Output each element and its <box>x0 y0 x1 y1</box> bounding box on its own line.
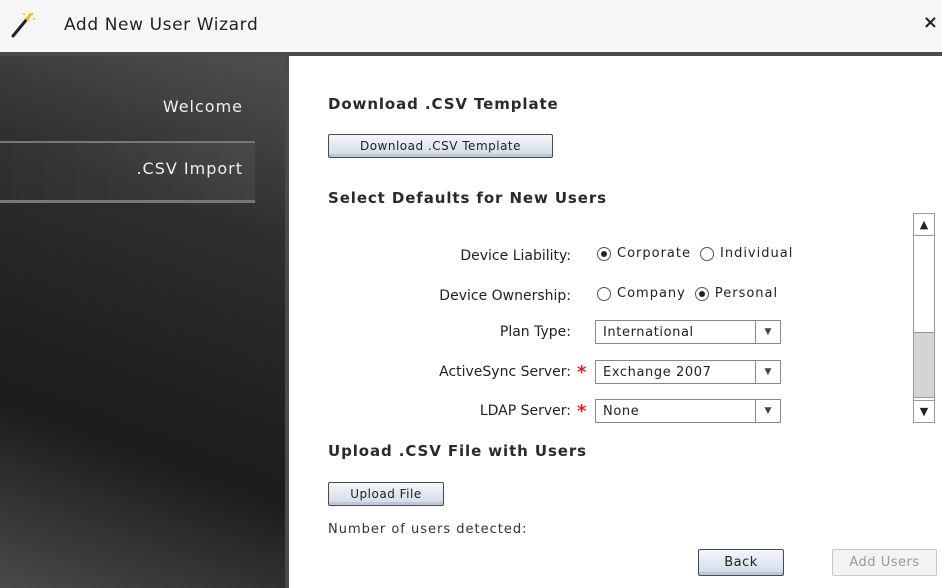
download-template-heading: Download .CSV Template <box>328 95 559 113</box>
required-asterisk: * <box>577 362 587 383</box>
defaults-heading: Select Defaults for New Users <box>328 189 607 207</box>
step-welcome[interactable]: Welcome <box>163 97 243 116</box>
scroll-up-arrow-icon[interactable]: ▲ <box>914 214 934 236</box>
device-ownership-label: Device Ownership: <box>439 288 571 304</box>
radio-corporate[interactable] <box>597 246 611 261</box>
radio-company[interactable] <box>597 286 611 301</box>
device-liability-radio-group: Corporate Individual <box>597 246 802 261</box>
add-users-button[interactable]: Add Users <box>832 549 937 576</box>
chevron-down-icon[interactable]: ▼ <box>755 361 780 383</box>
radio-individual-label[interactable]: Individual <box>720 246 793 261</box>
device-ownership-row: Device Ownership: Company Personal <box>289 284 913 308</box>
radio-personal[interactable] <box>694 286 709 301</box>
activesync-server-value: Exchange 2007 <box>603 365 712 380</box>
radio-company-label[interactable]: Company <box>617 286 686 301</box>
device-ownership-radio-group: Company Personal <box>597 286 787 301</box>
ldap-server-row: LDAP Server: * None ▼ <box>289 399 913 423</box>
upload-file-button[interactable]: Upload File <box>328 482 444 506</box>
download-template-button[interactable]: Download .CSV Template <box>328 134 553 158</box>
users-detected-label: Number of users detected: <box>328 522 528 537</box>
device-liability-label: Device Liability: <box>460 248 571 264</box>
back-button[interactable]: Back <box>698 549 784 576</box>
step-csv-import[interactable]: .CSV Import <box>136 159 243 178</box>
activesync-server-row: ActiveSync Server: * Exchange 2007 ▼ <box>289 360 913 384</box>
plan-type-value: International <box>603 325 694 340</box>
ldap-server-label: LDAP Server: <box>479 403 571 419</box>
ldap-server-select[interactable]: None ▼ <box>595 399 781 423</box>
required-asterisk: * <box>577 401 587 422</box>
activesync-server-select[interactable]: Exchange 2007 ▼ <box>595 360 781 384</box>
radio-personal-label[interactable]: Personal <box>715 286 778 301</box>
title-bar: Add New User Wizard × <box>0 0 942 52</box>
plan-type-select[interactable]: International ▼ <box>595 320 781 344</box>
upload-csv-heading: Upload .CSV File with Users <box>328 442 587 460</box>
plan-type-row: Plan Type: International ▼ <box>289 320 913 344</box>
device-liability-row: Device Liability: Corporate Individual <box>289 244 913 268</box>
plan-type-label: Plan Type: <box>499 324 571 340</box>
window-title: Add New User Wizard <box>64 15 259 35</box>
magic-wand-icon <box>11 12 35 38</box>
radio-corporate-label[interactable]: Corporate <box>617 246 691 261</box>
wizard-steps-sidebar: Welcome .CSV Import <box>0 56 285 588</box>
chevron-down-icon[interactable]: ▼ <box>755 400 780 422</box>
close-icon[interactable]: × <box>923 14 938 32</box>
ldap-server-value: None <box>603 404 640 419</box>
radio-individual[interactable] <box>700 246 714 261</box>
chevron-down-icon[interactable]: ▼ <box>755 321 780 343</box>
activesync-server-label: ActiveSync Server: <box>439 364 571 380</box>
scroll-thumb[interactable] <box>914 332 934 398</box>
defaults-scrollbar[interactable]: ▲ ▼ <box>913 213 935 423</box>
scroll-down-arrow-icon[interactable]: ▼ <box>914 400 934 422</box>
defaults-form-panel: Device Liability: Corporate Individual D… <box>289 213 913 423</box>
